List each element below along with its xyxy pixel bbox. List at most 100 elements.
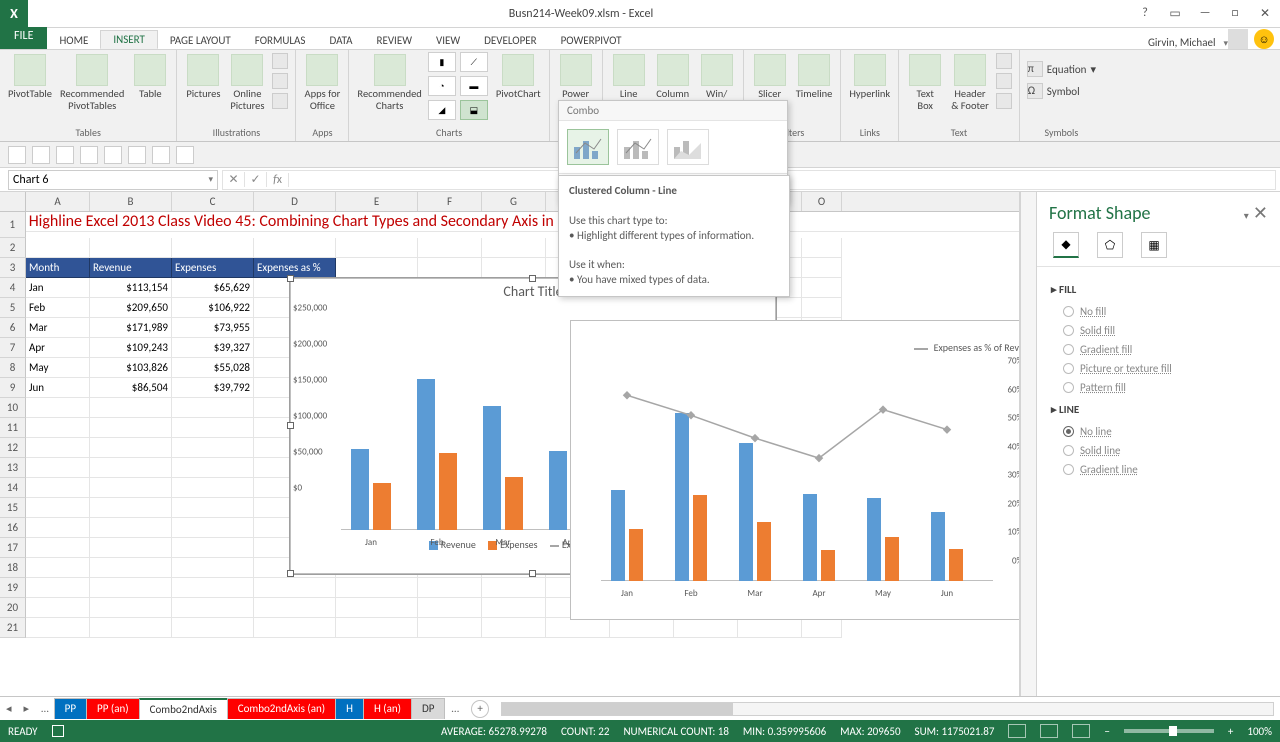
col-header[interactable]: B [90,192,172,211]
cell[interactable]: Month [26,258,90,278]
qat-btn[interactable] [56,146,74,164]
row-header[interactable]: 2 [0,238,26,258]
cell[interactable] [26,398,90,418]
maximize-button[interactable]: □ [1220,6,1250,21]
cell[interactable] [418,598,482,618]
row-header[interactable]: 15 [0,498,26,518]
worksheet-grid[interactable]: A B C D E F G H L M N O 1Highline Excel … [0,192,1020,696]
cell[interactable]: $65,629 [172,278,254,298]
area-chart-button[interactable]: ◢ [428,100,456,120]
fill-line-tab-icon[interactable]: ◆ [1053,232,1079,258]
apps-button[interactable]: Apps for Office [302,52,342,111]
sheet-tab[interactable]: PP (an) [86,698,140,719]
fill-option[interactable]: Solid fill [1051,321,1266,340]
effects-tab-icon[interactable]: ⬠ [1097,232,1123,258]
cell[interactable] [172,558,254,578]
cell[interactable]: $171,989 [90,318,172,338]
cell[interactable] [610,618,674,638]
cell[interactable] [172,578,254,598]
cell[interactable] [90,398,172,418]
select-all[interactable] [0,192,26,211]
cell[interactable]: Expenses as % [254,258,336,278]
combo-chart-button[interactable]: ⬓ [460,100,488,120]
cell[interactable]: $209,650 [90,298,172,318]
row-header[interactable]: 21 [0,618,26,638]
fill-option[interactable]: No fill [1051,302,1266,321]
feedback-smiley-icon[interactable]: ☺ [1254,29,1274,49]
row-header[interactable]: 5 [0,298,26,318]
clustered-column-line-button[interactable] [567,129,609,165]
pie-chart-button[interactable]: ◔ [428,76,456,96]
close-button[interactable]: ✕ [1250,6,1280,21]
cell[interactable] [254,618,336,638]
pivottable-button[interactable]: PivotTable [6,52,54,100]
ribbon-options-button[interactable]: ▭ [1160,6,1190,21]
tab-home[interactable]: HOME [47,32,100,49]
qat-btn[interactable] [8,146,26,164]
sparkline-line-button[interactable]: Line [609,52,649,100]
tab-nav-next[interactable]: ▸ [18,702,36,715]
row-header[interactable]: 20 [0,598,26,618]
qat-btn[interactable] [32,146,50,164]
cell[interactable] [482,238,546,258]
pivotchart-button[interactable]: PivotChart [494,52,543,100]
row-header[interactable]: 8 [0,358,26,378]
clustered-column-line-secaxis-button[interactable] [617,129,659,165]
horizontal-scrollbar[interactable] [501,702,1274,716]
cell[interactable] [172,238,254,258]
tab-powerpivot[interactable]: POWERPIVOT [549,32,634,49]
cell[interactable] [418,238,482,258]
cell[interactable] [482,618,546,638]
cell[interactable] [26,578,90,598]
cell[interactable]: May [26,358,90,378]
sheet-tab[interactable]: Combo2ndAxis (an) [227,698,336,719]
cell[interactable] [172,618,254,638]
cell[interactable] [26,598,90,618]
name-box[interactable]: Chart 6▾ [8,170,218,190]
bar-chart-button[interactable]: ▬ [460,76,488,96]
row-header[interactable]: 19 [0,578,26,598]
row-header[interactable]: 16 [0,518,26,538]
cell[interactable] [418,258,482,278]
cell[interactable] [336,238,418,258]
row-header[interactable]: 6 [0,318,26,338]
cell[interactable] [254,598,336,618]
cell[interactable] [802,278,842,298]
row-header[interactable]: 3 [0,258,26,278]
row-header[interactable]: 13 [0,458,26,478]
line-chart-button[interactable]: ⟋ [460,52,488,72]
cell[interactable] [26,438,90,458]
fill-section[interactable]: ▸ FILL [1051,277,1266,302]
hyperlink-button[interactable]: Hyperlink [847,52,892,100]
file-tab[interactable]: FILE [0,27,47,49]
pictures-button[interactable]: Pictures [183,52,223,100]
view-pagebreak-button[interactable] [1072,724,1090,738]
line-option[interactable]: Solid line [1051,441,1266,460]
tab-view[interactable]: VIEW [424,32,472,49]
cell[interactable] [90,498,172,518]
cell[interactable]: Revenue [90,258,172,278]
row-header[interactable]: 10 [0,398,26,418]
macro-record-icon[interactable] [52,725,64,737]
cell[interactable] [336,258,418,278]
cell[interactable] [26,498,90,518]
chart-object-2[interactable]: Expenses as % of Rev 0%10%20%30%40%50%60… [570,320,1020,620]
cell[interactable]: Apr [26,338,90,358]
slicer-button[interactable]: Slicer [750,52,790,100]
row-header[interactable]: 11 [0,418,26,438]
cell[interactable] [172,438,254,458]
cell[interactable]: $109,243 [90,338,172,358]
plot-area[interactable]: 0%10%20%30%40%50%60%70%JanFebMarAprMayJu… [601,361,993,581]
col-header[interactable]: F [418,192,482,211]
cancel-formula-icon[interactable]: ✕ [223,172,245,187]
zoom-in-button[interactable]: + [1228,725,1233,738]
sigline-button[interactable] [995,72,1013,90]
user-picture[interactable] [1228,29,1248,49]
fill-option[interactable]: Gradient fill [1051,340,1266,359]
cell[interactable] [90,618,172,638]
sheet-tab[interactable]: Combo2ndAxis [139,698,228,719]
cell[interactable] [26,518,90,538]
col-header[interactable]: E [336,192,418,211]
cell[interactable] [418,578,482,598]
header-footer-button[interactable]: Header & Footer [949,52,991,111]
